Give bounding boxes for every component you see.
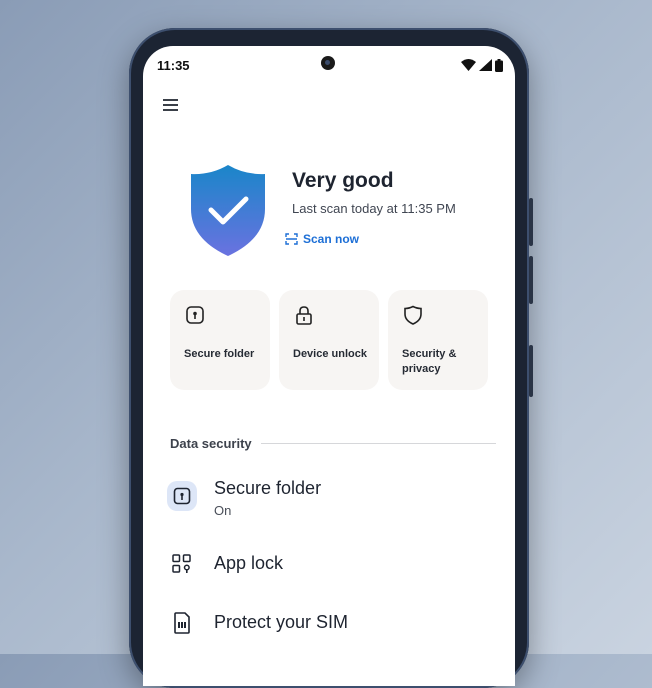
list-item-secure-folder[interactable]: Secure folder On [143,474,515,524]
lock-icon [296,306,312,325]
menu-icon[interactable] [161,96,181,114]
tile-label: Security & privacy [402,348,457,375]
status-time: 11:35 [157,58,190,73]
battery-icon [495,58,503,72]
status-icons [461,58,503,72]
scan-icon [285,233,298,245]
tile-label: Device unlock [293,348,367,360]
volume-down-button [529,345,533,397]
tile-secure-folder[interactable]: Secure folder [170,290,270,390]
scan-now-button[interactable]: Scan now [285,232,359,246]
section-divider [261,443,496,444]
app-grid-lock-icon [172,554,191,573]
wifi-icon [461,59,476,71]
tile-security-privacy[interactable]: Security & privacy [388,290,488,390]
last-scan-text: Last scan today at 11:35 PM [292,201,456,216]
tile-label: Secure folder [184,348,255,360]
list-item-app-lock[interactable]: App lock [143,548,515,598]
sim-card-icon [174,612,190,634]
secure-folder-icon [186,306,204,324]
tile-device-unlock[interactable]: Device unlock [279,290,379,390]
section-header-data-security: Data security [170,436,252,451]
shield-check-icon [191,165,265,256]
power-button [529,198,533,246]
secure-folder-icon [167,481,197,511]
shield-icon [404,305,422,325]
list-item-title: Protect your SIM [214,612,349,632]
signal-icon [479,59,492,71]
list-item-title: Secure folder [214,478,322,498]
list-item-protect-sim[interactable]: Protect your SIM [143,607,515,657]
security-status-title: Very good [292,169,394,192]
list-item-subtitle: On [214,503,232,518]
volume-up-button [529,256,533,304]
screen: 11:35 Very good Last scan today at 11:35 [143,46,515,686]
scan-now-label: Scan now [303,232,360,246]
front-camera [321,56,335,70]
list-item-title: App lock [214,553,284,573]
